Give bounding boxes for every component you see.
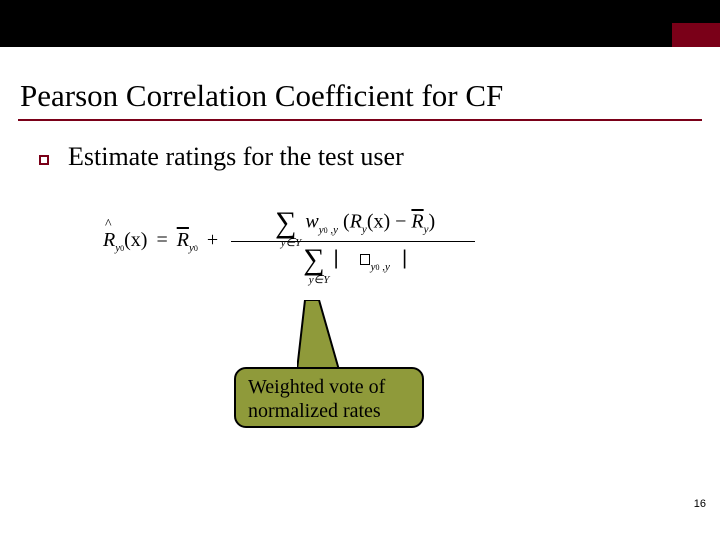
formula-denominator: ∑ y∈Y | y0 ,y | — [231, 242, 475, 275]
bullet-icon — [39, 155, 49, 165]
formula-rparen: ) — [429, 211, 436, 233]
callout-box: Weighted vote of normalized rates — [234, 367, 424, 428]
formula-sum-sym-den: ∑ — [303, 243, 324, 276]
sum-icon: ∑ y∈Y — [275, 208, 296, 238]
formula-ry-arg: (x) — [367, 211, 390, 233]
formula-plus: + — [207, 229, 218, 251]
callout-line2: normalized rates — [248, 400, 381, 422]
header-band — [0, 0, 720, 47]
header-accent — [672, 23, 720, 47]
formula-w-sub-b: y — [333, 224, 338, 236]
missing-glyph-icon — [360, 254, 370, 265]
callout-line1: Weighted vote of — [248, 376, 385, 398]
formula: Ry0(x) = Ry0 + ∑ y∈Y wy0 ,y (Ry(x) − Ry)… — [103, 208, 513, 275]
formula-lhs-var: R — [103, 229, 115, 251]
formula-minus: − — [395, 211, 406, 233]
formula-numerator: ∑ y∈Y wy0 ,y (Ry(x) − Ry) — [231, 208, 475, 242]
formula-w-den-sub-b: y — [385, 261, 390, 273]
bullet-text: Estimate ratings for the test user — [68, 142, 404, 172]
formula-pipe-r: | — [402, 248, 407, 270]
formula-lparen: ( — [343, 211, 350, 233]
sum-icon: ∑ y∈Y — [303, 245, 324, 275]
formula-rbar-sub0: 0 — [194, 244, 198, 253]
formula-w-var: w — [305, 211, 318, 233]
page-number: 16 — [694, 498, 706, 510]
slide-title: Pearson Correlation Coefficient for CF — [20, 78, 503, 114]
formula-rybar-var: R — [411, 211, 423, 233]
formula-pipe-l: | — [333, 248, 338, 270]
formula-lhs-arg: (x) — [124, 229, 147, 251]
formula-rbar-var: R — [177, 229, 189, 251]
formula-eq: = — [156, 229, 167, 251]
formula-sum-below-den: y∈Y — [299, 275, 339, 286]
formula-sum-sym: ∑ — [275, 206, 296, 239]
title-underline — [18, 119, 702, 121]
formula-ry-var: R — [350, 211, 362, 233]
